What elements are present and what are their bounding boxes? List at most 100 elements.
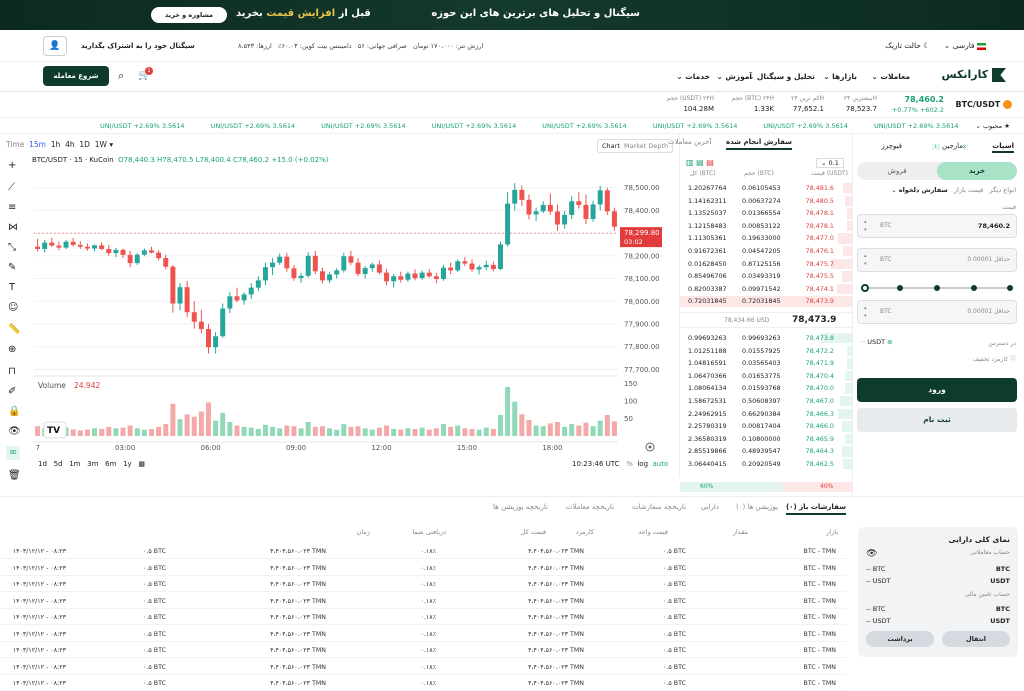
tab-position-history[interactable]: تاریخچه پوزیشن ها xyxy=(493,503,548,511)
ruler-icon[interactable]: 📏 xyxy=(8,324,20,335)
nav-analysis[interactable]: ⌄ تحلیل و سیگنال xyxy=(748,72,815,81)
utc-clock[interactable]: 10:23:46 UTC xyxy=(572,460,620,468)
total-input[interactable]: BTC 0.00001 حداقل ▴ ▾ xyxy=(857,300,1017,324)
interval-15m[interactable]: 15m xyxy=(29,140,46,149)
trendline-icon[interactable]: ⟋ xyxy=(8,182,15,193)
table-row[interactable]: BTC - TMN ۰.۵ BTC ۴،۴۰۴،۵۶۰،۰۲۳ TMN ۰.۱۸٪ ۴،… xyxy=(0,661,846,675)
table-row[interactable]: BTC - TMN ۰.۵ BTC ۴،۴۰۴،۵۶۰،۰۲۳ TMN ۰.۱۸٪ ۴،… xyxy=(0,578,846,592)
nav-services[interactable]: ⌄ خدمات xyxy=(676,72,710,81)
plus-circle-icon[interactable]: ⊕ xyxy=(887,338,892,346)
interval-1h[interactable]: 1h xyxy=(51,140,61,149)
range-1d[interactable]: 1d xyxy=(38,460,47,468)
bid-row[interactable]: 78,471.9 0.03565403 1.04816591 xyxy=(680,357,852,370)
tab-order-history[interactable]: تاریخچه سفارشات xyxy=(632,503,686,511)
trash-icon[interactable]: 🗑 xyxy=(8,470,21,481)
percent-slider[interactable] xyxy=(861,284,1013,292)
tab-spot[interactable]: اسپات xyxy=(992,142,1014,153)
nav-education[interactable]: ⌄ آموزش xyxy=(716,72,752,81)
consult-buy-button[interactable]: مشاوره و خرید xyxy=(151,7,227,23)
ticker-item[interactable]: UNI/USDT +2.69% 3.5614 xyxy=(542,122,627,130)
bid-row[interactable]: 78,470.4 0.01653775 1.06470366 xyxy=(680,370,852,383)
pattern-icon[interactable]: ⋈ xyxy=(8,222,18,233)
login-button[interactable]: ورود xyxy=(857,378,1017,402)
dark-mode-toggle[interactable]: حالت تاریک ☾ xyxy=(885,41,930,50)
tab-futures[interactable]: فیوچرز xyxy=(881,142,902,150)
search-icon[interactable]: ⌕ xyxy=(118,69,124,83)
table-row[interactable]: BTC - TMN ۰.۵ BTC ۴،۴۰۴،۵۶۰،۰۲۳ TMN ۰.۱۸٪ ۴،… xyxy=(0,562,846,576)
brush-icon[interactable]: ✎ xyxy=(8,262,16,273)
tab-filled-orders[interactable]: سفارش انجام شده xyxy=(726,138,793,150)
tab-margin[interactable]: مارجین ۱۰x xyxy=(932,142,968,150)
eye-icon[interactable]: 👁 xyxy=(8,426,21,437)
crosshair-icon[interactable]: + xyxy=(8,160,16,171)
range-5d[interactable]: 5d xyxy=(54,460,63,468)
bid-row[interactable]: 78,470.0 0.01593768 1.08064134 xyxy=(680,382,852,395)
brand-logo[interactable]: کارانکس xyxy=(941,68,1006,82)
magnet-icon[interactable]: ⊓ xyxy=(8,366,16,377)
transfer-button[interactable]: انتقال xyxy=(942,631,1010,647)
ask-row[interactable]: 78,478.1 0.00853122 1.12158483 xyxy=(680,220,852,232)
text-icon[interactable]: T xyxy=(9,282,15,293)
order-type-other[interactable]: انواع دیگر xyxy=(989,186,1016,194)
table-row[interactable]: BTC - TMN ۰.۵ BTC ۴،۴۰۴،۵۶۰،۰۲۳ TMN ۰.۱۸٪ ۴،… xyxy=(0,595,846,609)
range-6m[interactable]: 6m xyxy=(105,460,116,468)
auto-toggle[interactable]: auto xyxy=(652,460,668,468)
stepper-icon[interactable]: ▴ ▾ xyxy=(864,304,867,320)
tab-recent-trades[interactable]: آخرین معاملات xyxy=(668,138,711,146)
table-row[interactable]: BTC - TMN ۰.۵ BTC ۴،۴۰۴،۵۶۰،۰۲۳ TMN ۰.۱۸٪ ۴،… xyxy=(0,677,846,691)
table-row[interactable]: BTC - TMN ۰.۵ BTC ۴،۴۰۴،۵۶۰،۰۲۳ TMN ۰.۱۸٪ ۴،… xyxy=(0,644,846,658)
range-1y[interactable]: 1y xyxy=(123,460,132,468)
stepper-icon[interactable]: ▴ ▾ xyxy=(864,218,867,234)
table-row[interactable]: BTC - TMN ۰.۵ BTC ۴،۴۰۴،۵۶۰،۰۲۳ TMN ۰.۱۸٪ ۴،… xyxy=(0,628,846,642)
ask-row[interactable]: 78,475.7 0.87125156 0.01628450 xyxy=(680,258,852,270)
lock-drawing-icon[interactable]: ✐ xyxy=(8,386,16,397)
lock-icon[interactable]: 🔒 xyxy=(8,406,20,417)
ask-row[interactable]: 78,473.9 0.72031845 0.72031845 xyxy=(680,295,852,307)
prediction-icon[interactable]: ⤡ xyxy=(8,242,16,253)
calendar-icon[interactable]: ▦ xyxy=(138,460,145,468)
eye-icon[interactable]: 👁 xyxy=(866,549,877,559)
table-row[interactable]: BTC - TMN ۰.۵ BTC ۴،۴۰۴،۵۶۰،۰۲۳ TMN ۰.۱۸٪ ۴،… xyxy=(0,545,846,559)
start-trading-button[interactable]: شروع معامله xyxy=(43,66,109,86)
fee-discount[interactable]: کارمزد تخفیف ⓘ xyxy=(973,354,1016,363)
ask-row[interactable]: 78,477.0 0.19633000 1.11305361 xyxy=(680,232,852,244)
pair-selector[interactable]: BTC/USDT xyxy=(956,100,1012,109)
amount-input[interactable]: BTC 0.00001 حداقل ▴ ▾ xyxy=(857,248,1017,272)
bid-row[interactable]: 78,462.5 0.20920549 3.06440415 xyxy=(680,458,852,471)
tab-market-depth[interactable]: Market Depth xyxy=(624,142,668,150)
stepper-icon[interactable]: ▴ ▾ xyxy=(864,252,867,268)
range-3m[interactable]: 3m xyxy=(87,460,98,468)
language-selector[interactable]: ⌄ فارسی xyxy=(944,41,986,50)
tab-open-orders[interactable]: سفارشات باز (۰) xyxy=(786,503,846,515)
bid-row[interactable]: 78,464.3 0.48939547 2.85519866 xyxy=(680,445,852,458)
emoji-icon[interactable]: ☺ xyxy=(8,302,18,313)
percent-toggle[interactable]: % xyxy=(626,460,633,468)
interval-4h[interactable]: 4h xyxy=(65,140,75,149)
dropdown-icon[interactable]: ▾ xyxy=(109,140,113,149)
bid-row[interactable]: 78,466.3 0.66290384 2.24962915 xyxy=(680,408,852,420)
order-type-market[interactable]: قیمت بازار xyxy=(954,186,983,194)
log-toggle[interactable]: log xyxy=(637,460,648,468)
precision-select[interactable]: ⌄ 0.1 xyxy=(816,158,844,168)
range-1m[interactable]: 1m xyxy=(69,460,80,468)
cart-icon[interactable]: 🛒 1 xyxy=(138,67,153,81)
bid-row[interactable]: 78,465.9 0.10800000 2.36580319 xyxy=(680,433,852,446)
ticker-item[interactable]: UNI/USDT +2.69% 3.5614 xyxy=(874,122,959,130)
profile-prompt[interactable]: سیگنال خود را به اشتراک بگذارید xyxy=(81,42,195,50)
register-button[interactable]: ثبت نام xyxy=(857,408,1017,432)
tab-assets[interactable]: دارایی xyxy=(701,503,719,511)
tab-positions[interactable]: پوزیشن ها (۰) xyxy=(736,503,778,511)
user-icon[interactable]: 👤 xyxy=(43,36,67,56)
favorites-dropdown[interactable]: ⌄ محبوب ★ xyxy=(975,122,1010,130)
ask-row[interactable]: 78,474.1 0.09971542 0.82003387 xyxy=(680,283,852,295)
tab-chart[interactable]: Chart xyxy=(602,142,620,150)
ticker-item[interactable]: UNI/USDT +2.69% 3.5614 xyxy=(653,122,738,130)
interval-1d[interactable]: 1D xyxy=(79,140,90,149)
ticker-item[interactable]: UNI/USDT +2.69% 3.5614 xyxy=(321,122,406,130)
price-input[interactable]: BTC 78,460.2 ▴ ▾ xyxy=(857,214,1017,238)
bid-row[interactable]: 78,473.8 0.99693263 0.99693263 xyxy=(680,332,852,345)
ticker-item[interactable]: UNI/USDT +2.69% 3.5614 xyxy=(763,122,848,130)
fib-icon[interactable]: ≡ xyxy=(8,202,16,213)
ticker-item[interactable]: UNI/USDT +2.69% 3.5614 xyxy=(432,122,517,130)
ask-row[interactable]: 78,476.1 0.04547205 0.91672361 xyxy=(680,245,852,257)
